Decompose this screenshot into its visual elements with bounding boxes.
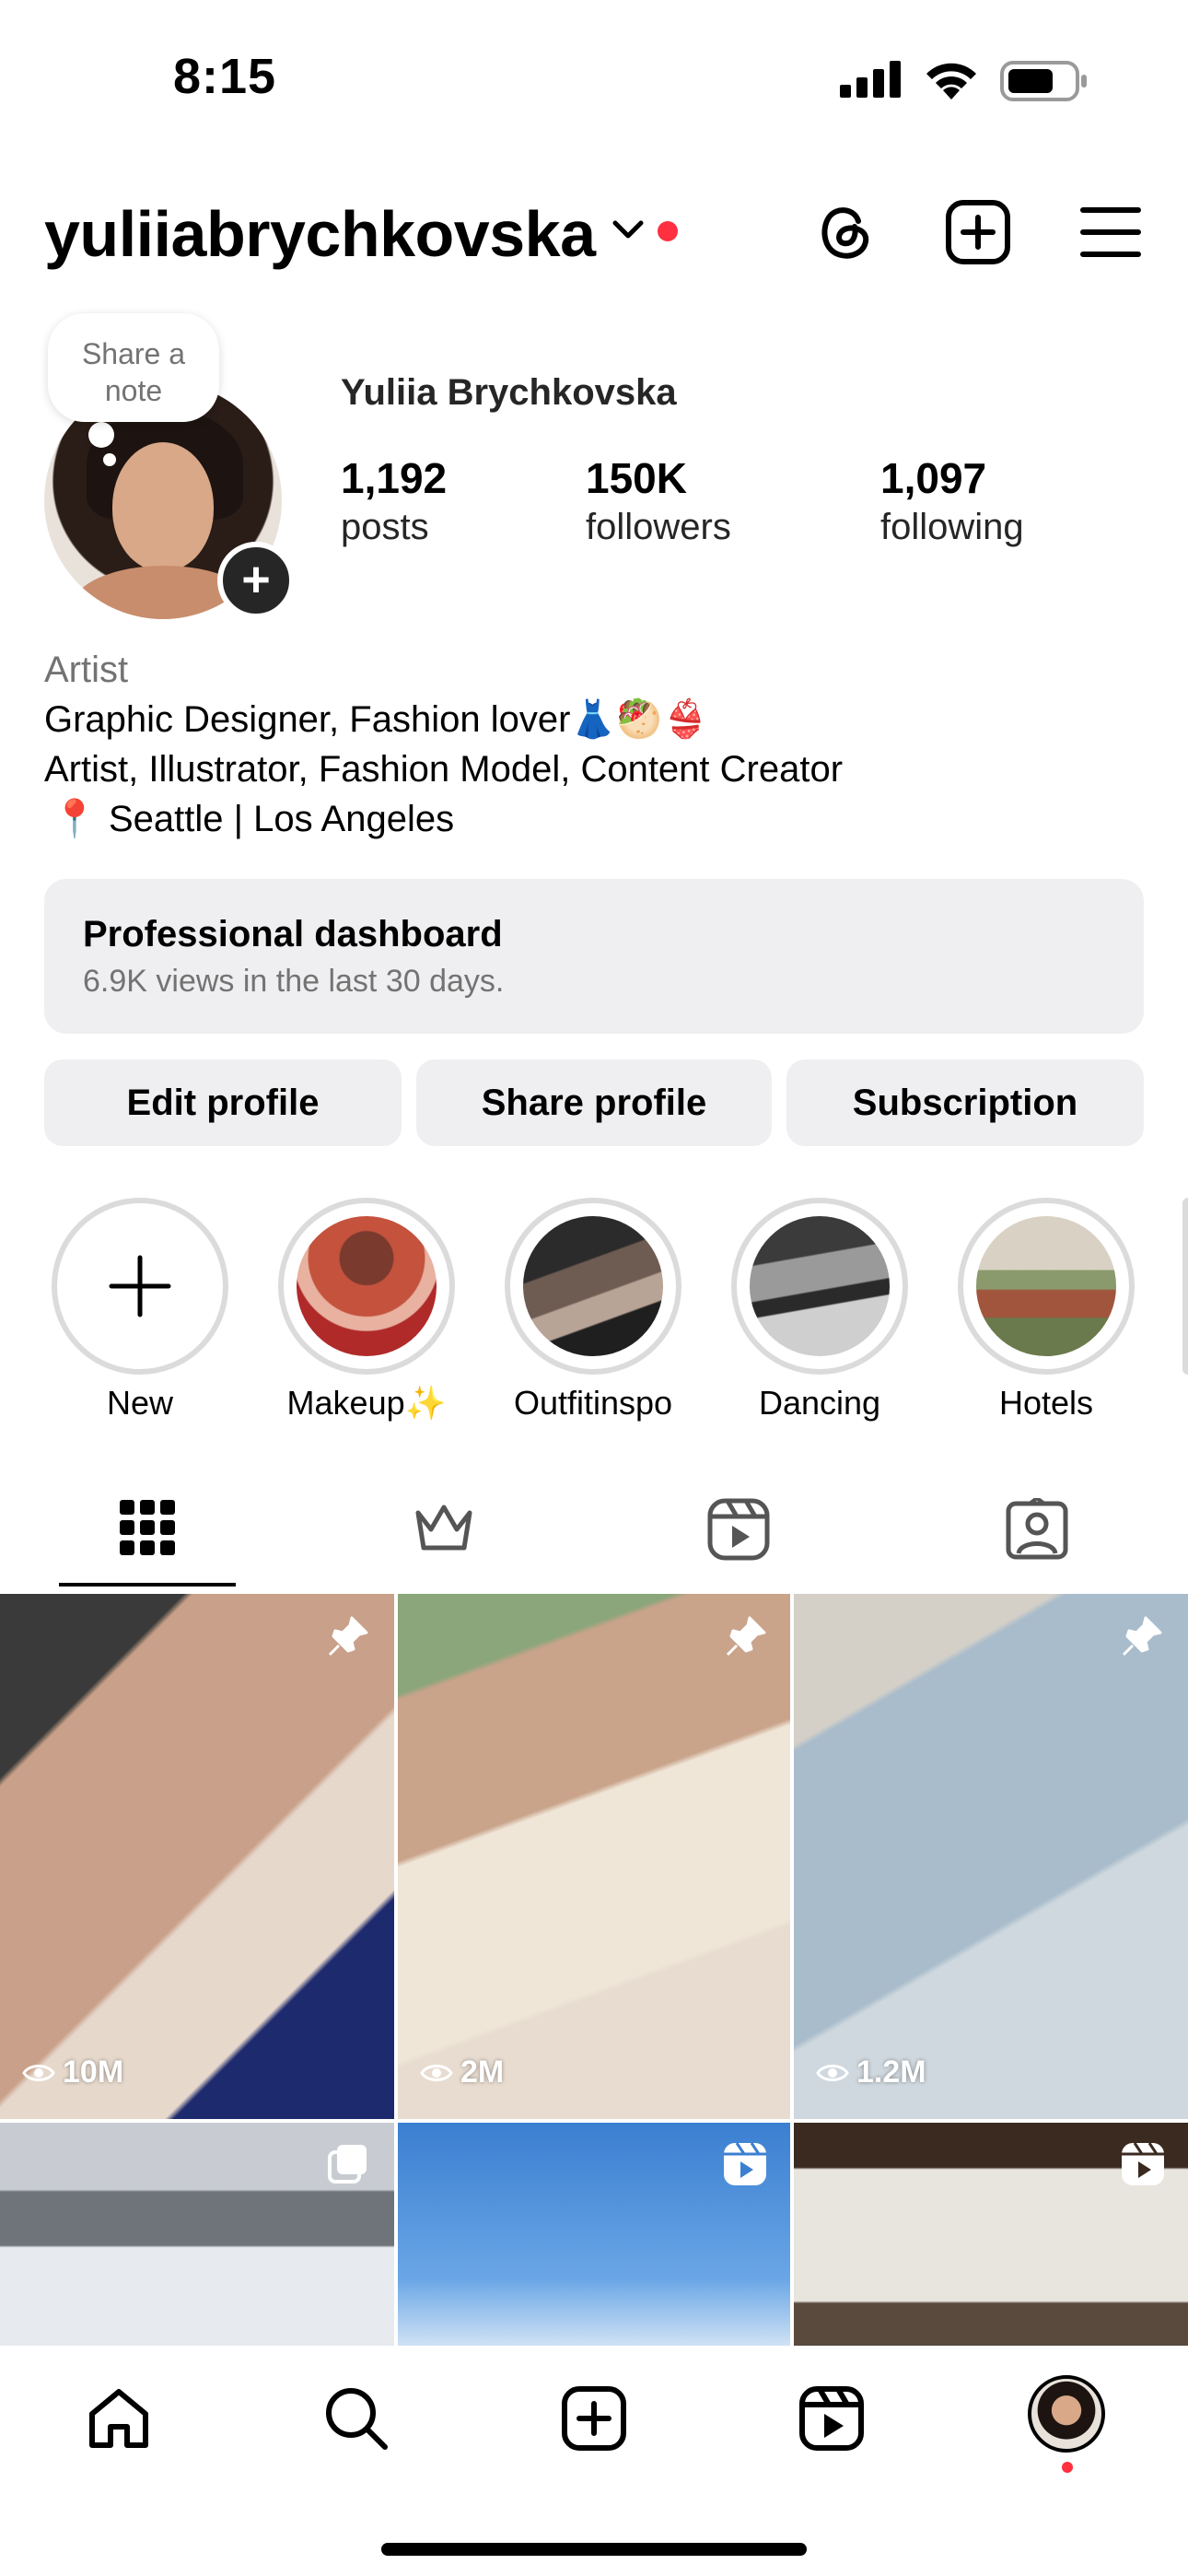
views-count-3: 1.2M [816, 2055, 926, 2090]
battery-icon [1000, 61, 1089, 101]
bottom-navigation [0, 2346, 1188, 2576]
highlight-outfitinspo[interactable] [505, 1198, 681, 1375]
highlight-makeup[interactable] [278, 1198, 455, 1375]
share-note-bubble[interactable]: Share a note [48, 313, 219, 422]
grid-post-3[interactable]: 1.2M [794, 1594, 1188, 2119]
location-pin-icon: 📍 [52, 799, 98, 839]
dashboard-title: Professional dashboard [83, 914, 503, 954]
eye-icon [420, 2064, 453, 2081]
eye-icon [22, 2064, 55, 2081]
search-icon[interactable] [322, 2384, 390, 2453]
new-highlight-button[interactable] [52, 1198, 228, 1375]
dashboard-subtitle: 6.9K views in the last 30 days. [83, 964, 505, 999]
highlight-label-makeup: Makeup✨ [286, 1384, 447, 1422]
reels-icon[interactable] [798, 2384, 866, 2453]
grid-post-6[interactable] [794, 2123, 1188, 2346]
crown-tab-icon[interactable] [411, 1498, 477, 1557]
views-text-3: 1.2M [856, 2055, 926, 2090]
threads-icon[interactable] [812, 199, 879, 265]
wifi-icon [923, 59, 980, 100]
new-post-icon[interactable] [560, 2384, 628, 2453]
status-time: 8:15 [173, 49, 277, 104]
share-profile-button[interactable]: Share profile [416, 1060, 772, 1146]
grid-post-5[interactable] [398, 2123, 790, 2346]
followers-count[interactable]: 150K [586, 453, 687, 503]
pin-icon [328, 1616, 368, 1657]
following-label[interactable]: following [880, 507, 1024, 548]
profile-category: Artist [44, 650, 129, 690]
bio-line-2: Artist, Illustrator, Fashion Model, Cont… [44, 749, 844, 790]
pin-icon [1122, 1616, 1162, 1657]
following-count[interactable]: 1,097 [880, 453, 986, 503]
posts-count[interactable]: 1,192 [341, 453, 447, 503]
edit-profile-button[interactable]: Edit profile [44, 1060, 402, 1146]
note-bubble-tail-small [103, 453, 116, 466]
posts-label[interactable]: posts [341, 507, 429, 548]
profile-username[interactable]: yuliiabrychkovska [44, 197, 596, 271]
views-text-2: 2M [460, 2055, 505, 2090]
bio-line-1: Graphic Designer, Fashion lover👗🥙👙 [44, 699, 708, 740]
grid-post-4[interactable] [0, 2123, 394, 2346]
carousel-icon [328, 2145, 367, 2184]
note-text-line1: Share a [81, 337, 186, 370]
reel-badge-icon [1122, 2142, 1164, 2185]
reel-badge-icon [724, 2142, 766, 2185]
profile-tab-avatar[interactable] [1028, 2375, 1105, 2453]
professional-dashboard-card[interactable] [44, 879, 1144, 1034]
views-count-2: 2M [420, 2055, 504, 2090]
highlight-label-new: New [106, 1384, 174, 1422]
tagged-tab-icon[interactable] [1006, 1498, 1068, 1561]
pin-icon [726, 1616, 766, 1657]
eye-icon [816, 2064, 849, 2081]
bio-location: Seattle | Los Angeles [109, 799, 455, 839]
views-count-1: 10M [22, 2055, 123, 2090]
grid-post-2[interactable]: 2M [398, 1594, 790, 2119]
home-indicator[interactable] [381, 2543, 807, 2556]
views-text-1: 10M [63, 2055, 124, 2090]
followers-label[interactable]: followers [586, 507, 731, 548]
active-tab-indicator [59, 1583, 236, 1587]
grid-tab-icon[interactable] [118, 1498, 177, 1557]
highlight-dancing[interactable] [731, 1198, 908, 1375]
notification-dot [658, 221, 678, 241]
profile-notification-dot [1062, 2462, 1073, 2473]
reels-tab-icon[interactable] [707, 1498, 770, 1561]
note-text-line2: note [104, 374, 163, 407]
highlight-hotels[interactable] [958, 1198, 1135, 1375]
highlight-label-outfitinspo: Outfitinspo [513, 1384, 673, 1422]
add-story-icon[interactable]: + [217, 542, 295, 619]
plus-icon [109, 1255, 171, 1317]
subscription-button[interactable]: Subscription [786, 1060, 1144, 1146]
home-icon[interactable] [85, 2384, 153, 2453]
chevron-down-icon[interactable] [611, 217, 645, 243]
profile-full-name: Yuliia Brychkovska [341, 372, 677, 413]
highlight-label-hotels: Hotels [998, 1384, 1094, 1422]
highlight-label-dancing: Dancing [758, 1384, 881, 1422]
note-bubble-tail [88, 422, 114, 448]
cellular-signal-icon [840, 61, 904, 98]
highlight-partial-next[interactable] [1182, 1198, 1188, 1375]
create-post-icon[interactable] [945, 199, 1011, 265]
grid-post-1[interactable]: 10M [0, 1594, 394, 2119]
menu-icon[interactable] [1077, 199, 1144, 265]
